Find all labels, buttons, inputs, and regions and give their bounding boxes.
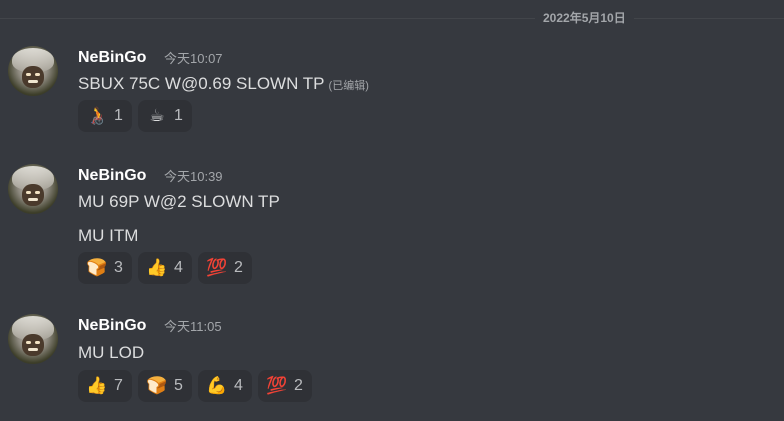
person-in-wheelchair-icon: 🧑‍🦽 <box>86 106 108 126</box>
reactions: 🍞 3 👍 4 💯 2 <box>78 252 252 284</box>
avatar[interactable] <box>8 164 58 214</box>
reaction-bread[interactable]: 🍞 5 <box>138 370 192 402</box>
reaction-thumbs-up[interactable]: 👍 7 <box>78 370 132 402</box>
message-text: MU ITM <box>78 226 139 245</box>
reaction-bread[interactable]: 🍞 3 <box>78 252 132 284</box>
message-line: SBUX 75C W@0.69 SLOWN TP <box>78 74 325 93</box>
message: NeBinGo 今天10:39 MU 69P W@2 SLOWN TP MU I… <box>0 158 784 288</box>
date-divider-label: 2022年5月10日 <box>535 10 634 26</box>
bread-icon: 🍞 <box>146 376 168 396</box>
reaction-flexed-biceps[interactable]: 💪 4 <box>198 370 252 402</box>
message-text: MU LOD <box>78 343 145 362</box>
reactions: 🧑‍🦽 1 ☕ 1 <box>78 100 192 132</box>
message: NeBinGo 今天10:07 SBUX 75C W@0.69 SLOWN TP… <box>0 40 784 140</box>
message-text: MU 69P W@2 SLOWN TP <box>78 192 280 211</box>
reaction-count: 2 <box>294 377 303 394</box>
avatar[interactable] <box>8 46 58 96</box>
reaction-person-in-wheelchair[interactable]: 🧑‍🦽 1 <box>78 100 132 132</box>
hundred-points-icon: 💯 <box>206 258 228 278</box>
reactions: 👍 7 🍞 5 💪 4 💯 2 <box>78 370 312 402</box>
reaction-count: 4 <box>234 377 243 394</box>
timestamp[interactable]: 今天10:07 <box>164 49 223 69</box>
bread-icon: 🍞 <box>86 258 108 278</box>
reaction-hundred-points[interactable]: 💯 2 <box>198 252 252 284</box>
coffee-icon: ☕ <box>149 106 165 126</box>
timestamp[interactable]: 今天10:39 <box>164 167 223 187</box>
reaction-thumbs-up[interactable]: 👍 4 <box>138 252 192 284</box>
avatar[interactable] <box>8 314 58 364</box>
date-divider: 2022年5月10日 <box>0 8 784 28</box>
timestamp[interactable]: 今天11:05 <box>164 317 222 337</box>
username[interactable]: NeBinGo <box>78 316 146 336</box>
reaction-count: 2 <box>234 259 243 276</box>
hundred-points-icon: 💯 <box>266 376 288 396</box>
edited-label: (已编辑) <box>328 80 369 92</box>
username[interactable]: NeBinGo <box>78 48 146 68</box>
reaction-hundred-points[interactable]: 💯 2 <box>258 370 312 402</box>
reaction-count: 3 <box>114 259 123 276</box>
reaction-count: 1 <box>174 107 183 124</box>
reaction-count: 4 <box>174 259 183 276</box>
reaction-count: 1 <box>114 107 123 124</box>
reaction-coffee[interactable]: ☕ 1 <box>138 100 192 132</box>
flexed-biceps-icon: 💪 <box>206 376 228 396</box>
thumbs-up-icon: 👍 <box>86 376 108 396</box>
message-text: SBUX 75C W@0.69 SLOWN TP (已编辑) <box>78 73 369 97</box>
username[interactable]: NeBinGo <box>78 166 146 186</box>
thumbs-up-icon: 👍 <box>146 258 168 278</box>
reaction-count: 5 <box>174 377 183 394</box>
reaction-count: 7 <box>114 377 123 394</box>
divider-line <box>0 18 784 19</box>
message: NeBinGo 今天11:05 MU LOD 👍 7 🍞 5 💪 4 💯 2 <box>0 308 784 408</box>
